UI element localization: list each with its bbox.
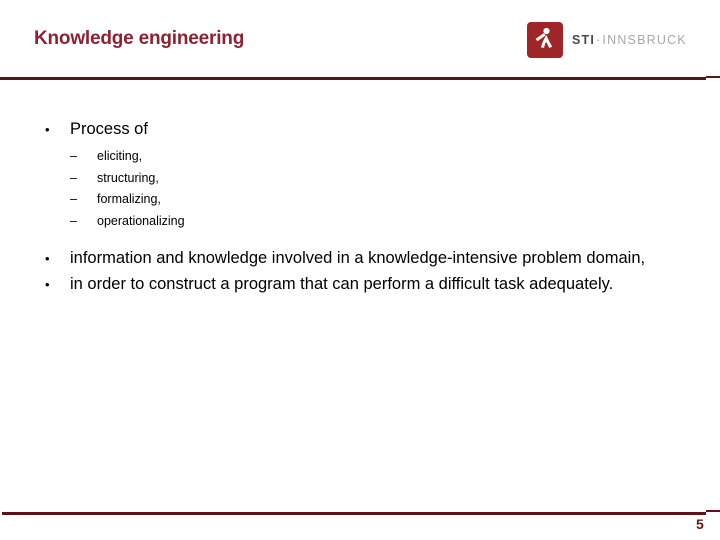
bullet-item: • Process of bbox=[0, 118, 720, 141]
bullet-item: • information and knowledge involved in … bbox=[0, 247, 720, 270]
logo-wordmark: STI·INNSBRUCK bbox=[572, 34, 687, 47]
bullet-item: • in order to construct a program that c… bbox=[0, 273, 720, 296]
page-number: 5 bbox=[696, 516, 704, 532]
sub-bullet-text: eliciting, bbox=[97, 149, 143, 163]
bullet-marker: • bbox=[45, 251, 50, 266]
presentation-slide: Knowledge engineering STI·INNSBRUCK • Pr… bbox=[0, 0, 720, 540]
sub-bullet-item: – eliciting, bbox=[0, 146, 720, 168]
header-divider-rule-tip bbox=[706, 76, 720, 78]
sub-bullet-marker: – bbox=[70, 149, 77, 163]
sub-bullet-marker: – bbox=[70, 170, 77, 185]
sub-bullet-marker: – bbox=[70, 213, 77, 228]
slide-header: Knowledge engineering STI·INNSBRUCK bbox=[0, 0, 720, 80]
logo-text-sti: STI bbox=[572, 32, 596, 47]
sti-innsbruck-logo: STI·INNSBRUCK bbox=[527, 22, 687, 58]
sub-bullet-text: operationalizing bbox=[97, 213, 185, 228]
bullet-marker: • bbox=[45, 277, 50, 292]
bullet-text: Process of bbox=[70, 120, 148, 138]
sub-bullet-item: – formalizing, bbox=[0, 189, 720, 211]
bullet-text: in order to construct a program that can… bbox=[70, 275, 614, 293]
bullet-marker: • bbox=[45, 122, 50, 137]
sub-bullet-text: structuring, bbox=[97, 170, 159, 185]
bullet-text: information and knowledge involved in a … bbox=[70, 249, 646, 267]
sub-bullet-list: – eliciting, – structuring, – formalizin… bbox=[0, 146, 720, 232]
header-divider-rule bbox=[0, 77, 706, 80]
footer-divider-rule-tip bbox=[706, 510, 720, 512]
sub-bullet-marker: – bbox=[70, 192, 77, 206]
sub-bullet-item: – structuring, bbox=[0, 168, 720, 190]
slide-content: • Process of – eliciting, – structuring,… bbox=[0, 118, 720, 297]
page-title: Knowledge engineering bbox=[34, 28, 245, 49]
sub-bullet-text: formalizing, bbox=[97, 192, 161, 206]
sti-figure-icon bbox=[527, 22, 563, 58]
logo-text-innsbruck: INNSBRUCK bbox=[602, 32, 687, 47]
sub-bullet-item: – operationalizing bbox=[0, 211, 720, 233]
footer-divider-rule bbox=[2, 512, 706, 515]
